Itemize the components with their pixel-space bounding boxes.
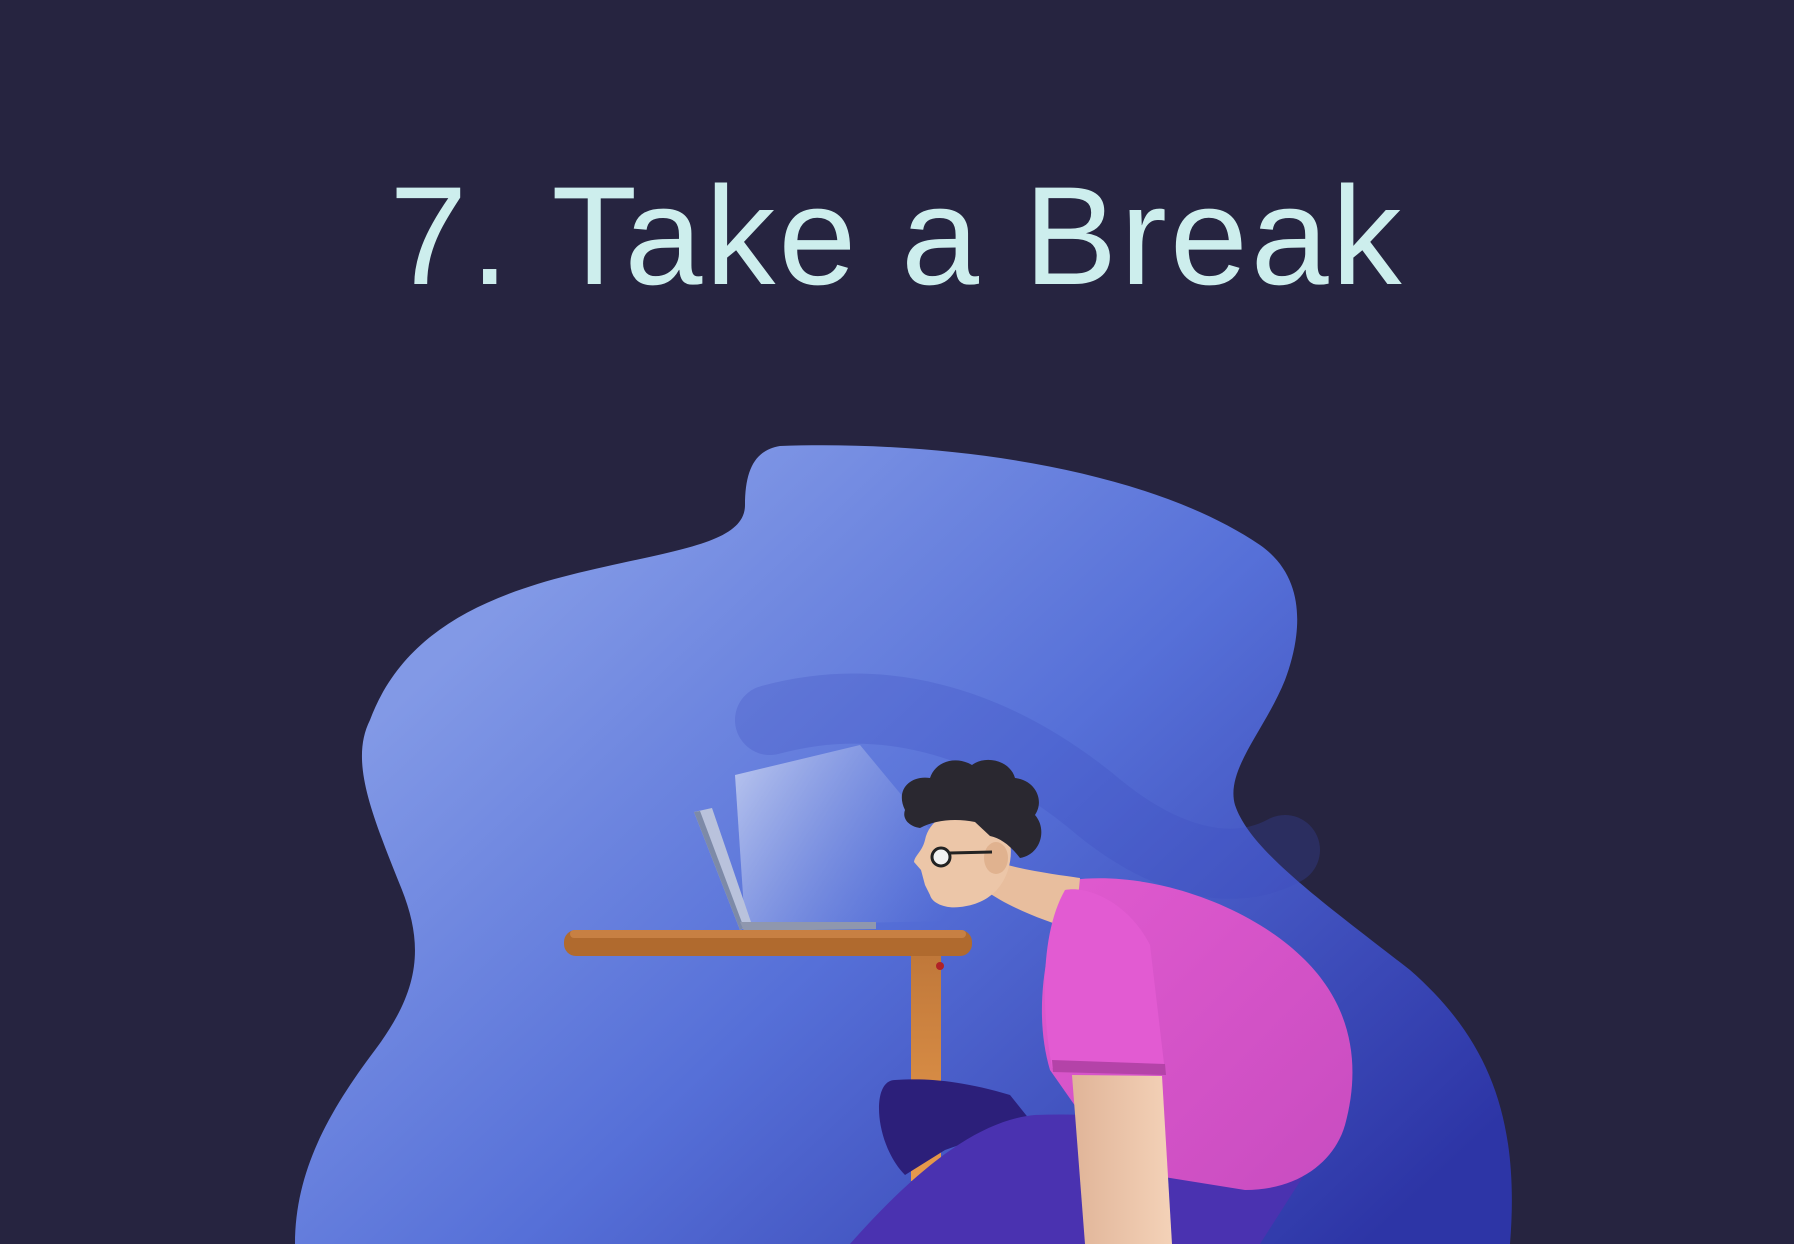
take-a-break-illustration bbox=[295, 445, 1512, 1244]
slide: 7. Take a Break bbox=[0, 0, 1794, 1244]
arm bbox=[1072, 1075, 1172, 1244]
ear bbox=[984, 842, 1008, 874]
